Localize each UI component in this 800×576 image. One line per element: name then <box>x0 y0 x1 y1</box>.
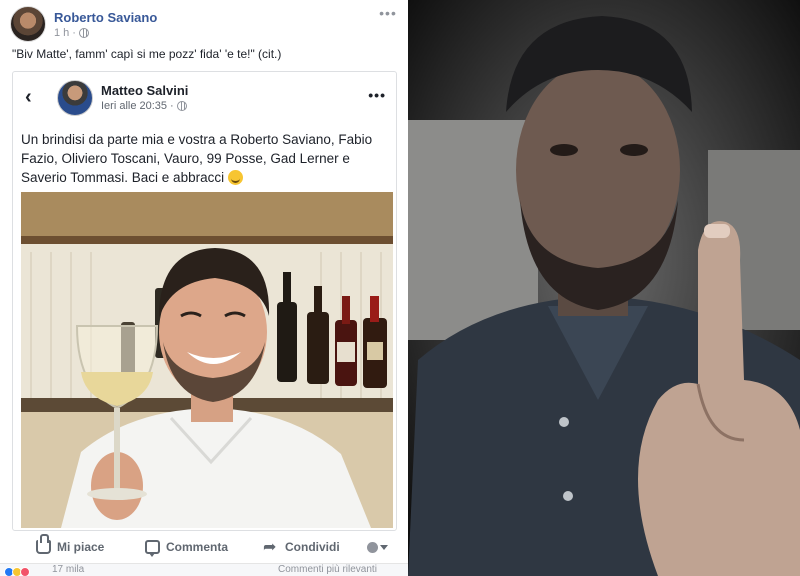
comment-button[interactable]: Commenta <box>145 540 229 557</box>
caret-down-icon <box>380 544 388 550</box>
share-arrow-icon <box>263 537 279 556</box>
globe-icon[interactable] <box>78 28 89 38</box>
reaction-icons[interactable] <box>4 567 30 576</box>
post-photo[interactable] <box>21 192 393 528</box>
globe-icon[interactable] <box>176 101 187 111</box>
portrait-photo <box>408 0 800 576</box>
shared-post-body: Un brindisi da parte mia e vostra a Robe… <box>21 132 373 185</box>
man-with-wine-glass-illustration <box>21 192 393 528</box>
love-reaction-icon <box>20 567 30 576</box>
reactions-strip: 17 mila Commenti più rilevanti <box>0 563 408 576</box>
shared-post-text: Un brindisi da parte mia e vostra a Robe… <box>21 130 391 187</box>
comments-sort[interactable]: Commenti più rilevanti <box>278 564 377 575</box>
comment-bubble-icon <box>145 540 160 557</box>
post-header: Roberto Saviano 1 h · ••• <box>10 6 400 46</box>
man-gesture-illustration <box>408 0 800 576</box>
shared-author-avatar[interactable] <box>57 80 93 116</box>
shared-post-time[interactable]: Ieri alle 20:35 <box>101 100 167 112</box>
shared-author-name[interactable]: Matteo Salvini <box>101 83 188 98</box>
thumbs-up-icon <box>36 534 51 554</box>
meta-separator: · <box>72 27 76 39</box>
post-meta: 1 h · <box>54 27 89 39</box>
more-options-icon[interactable]: ••• <box>378 6 398 22</box>
like-button[interactable]: Mi piace <box>36 534 105 554</box>
share-button[interactable]: Condividi <box>263 537 340 556</box>
audience-avatar-icon <box>367 541 378 553</box>
post-time[interactable]: 1 h <box>54 27 69 39</box>
shared-post-card[interactable]: ‹ Matteo Salvini Ieri alle 20:35 · ••• U… <box>12 71 397 531</box>
post-caption: "Biv Matte', famm' capì si me pozz' fida… <box>12 47 282 61</box>
meta-separator: · <box>170 100 174 112</box>
comment-label: Commenta <box>166 540 229 554</box>
post-action-bar: Mi piace Commenta Condividi <box>12 534 397 560</box>
more-options-icon[interactable]: ••• <box>368 88 386 102</box>
chevron-left-icon[interactable]: ‹ <box>25 87 41 108</box>
smile-emoji-icon <box>227 170 243 185</box>
audience-selector-icon[interactable] <box>367 540 389 554</box>
facebook-post-panel: Roberto Saviano 1 h · ••• "Biv Matte', f… <box>0 0 408 576</box>
share-label: Condividi <box>285 540 340 554</box>
author-avatar[interactable] <box>10 6 46 42</box>
shared-post-meta: Ieri alle 20:35 · <box>101 100 187 112</box>
reaction-count[interactable]: 17 mila <box>52 564 84 575</box>
author-name[interactable]: Roberto Saviano <box>54 10 157 25</box>
like-label: Mi piace <box>57 540 105 554</box>
